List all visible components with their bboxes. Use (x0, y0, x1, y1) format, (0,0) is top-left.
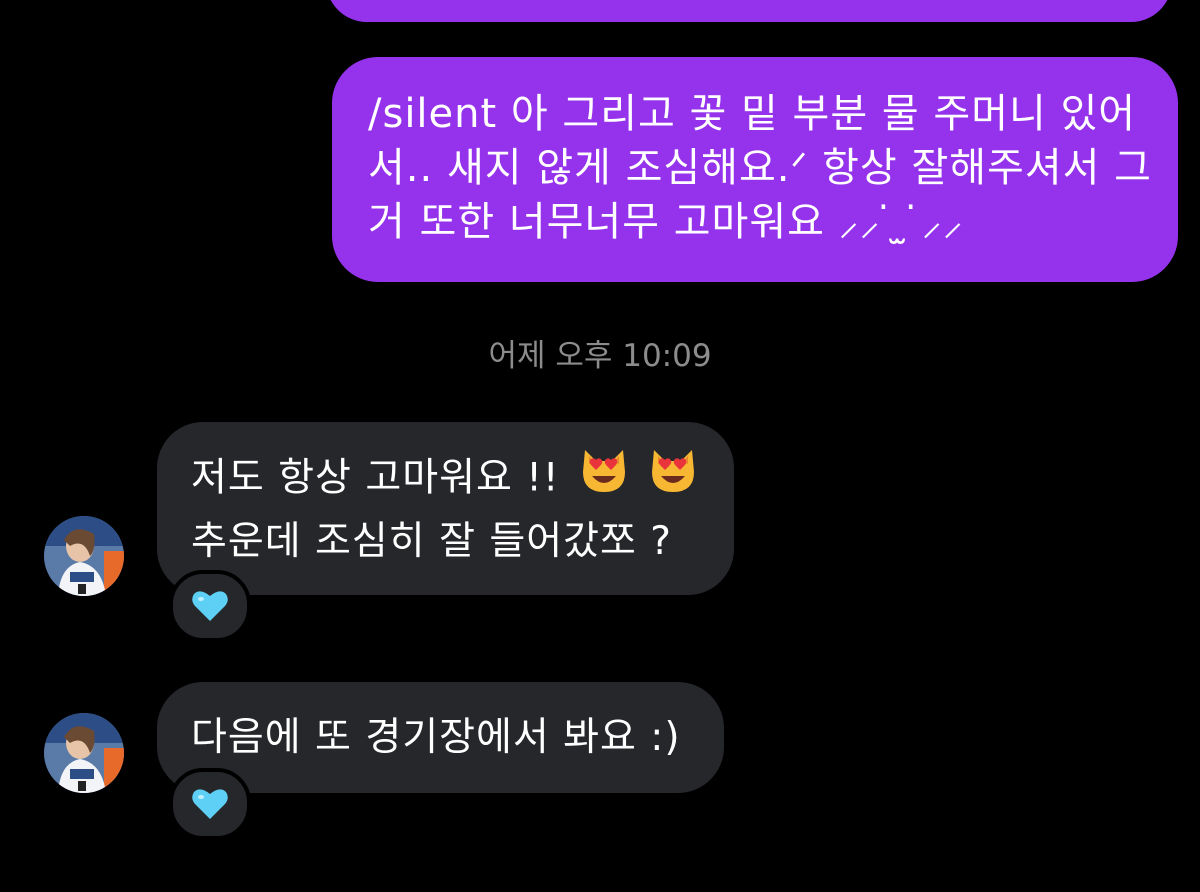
outgoing-message-bubble[interactable]: /silent 아 그리고 꽃 밑 부분 물 주머니 있어 서.. 새지 않게 … (332, 57, 1178, 282)
message-reaction[interactable] (169, 768, 251, 840)
chat-thread: /silent 아 그리고 꽃 밑 부분 물 주머니 있어 서.. 새지 않게 … (0, 0, 1200, 892)
message-timestamp: 어제 오후 10:09 (488, 338, 712, 374)
message-text-line: 추운데 조심히 잘 들어갔쪼 ? (191, 519, 672, 564)
message-text-row: 저도 항상 고마워요 !! (191, 448, 706, 512)
avatar-photo (44, 713, 124, 793)
message-text-line: /silent 아 그리고 꽃 밑 부분 물 주머니 있어 (368, 91, 1137, 137)
avatar-photo (44, 516, 124, 596)
message-reaction[interactable] (169, 570, 251, 642)
message-text-line: 거 또한 너무너무 고마워요 ⸝⸝ ̇ ̫ ̇⸝⸝ (368, 199, 964, 245)
sender-avatar[interactable] (44, 713, 124, 793)
message-text-line: 서.. 새지 않게 조심해요.ᐟ 항상 잘해주셔서 그 (368, 145, 1152, 191)
incoming-message-bubble[interactable]: 저도 항상 고마워요 !! 추운데 조심히 잘 들어갔쪼 ? (157, 422, 734, 595)
heart-eyes-cat-icon (648, 448, 698, 512)
sender-avatar[interactable] (44, 516, 124, 596)
incoming-message-bubble[interactable]: 다음에 또 경기장에서 봐요 :) (157, 682, 724, 793)
message-text-line: 저도 항상 고마워요 !! (191, 455, 560, 501)
light-blue-heart-icon (192, 789, 228, 819)
heart-eyes-cat-icon (579, 448, 629, 512)
outgoing-message-bubble[interactable] (326, 0, 1172, 22)
light-blue-heart-icon (192, 591, 228, 621)
message-text-line: 다음에 또 경기장에서 봐요 :) (191, 715, 681, 760)
